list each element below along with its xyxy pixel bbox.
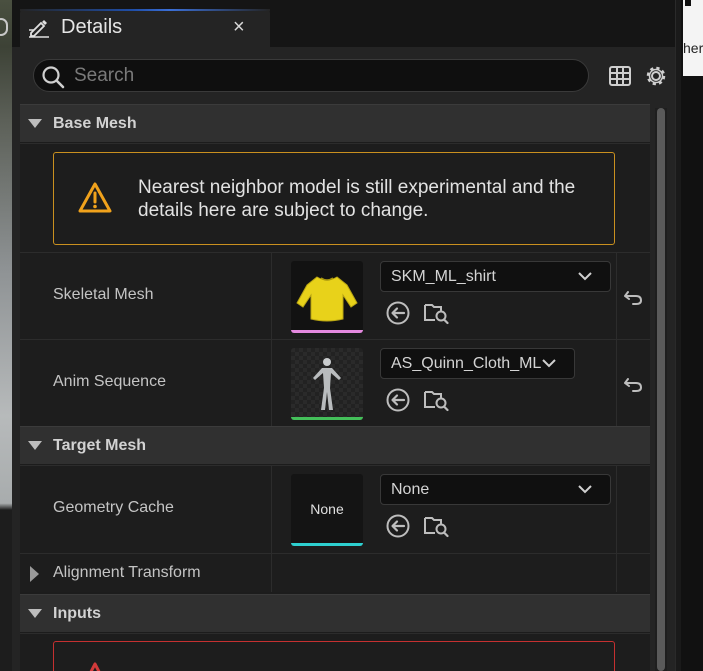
use-selected-arrow-icon[interactable]: [385, 387, 411, 413]
column-divider: [271, 340, 272, 426]
warning-row: Nearest neighbor model is still experime…: [20, 143, 650, 252]
table-view-icon[interactable]: [608, 64, 632, 88]
column-divider: [616, 554, 617, 592]
use-selected-arrow-icon[interactable]: [385, 300, 411, 326]
mannequin-thumbnail-image: [313, 358, 341, 410]
collapse-arrow-icon[interactable]: [28, 119, 42, 128]
category-label: Target Mesh: [53, 437, 147, 454]
property-list: Base Mesh Nearest neighbor model is stil…: [20, 104, 650, 671]
combo-value: AS_Quinn_Cloth_ML: [391, 355, 542, 372]
tab-details[interactable]: Details ×: [20, 9, 270, 47]
warning-text: Nearest neighbor model is still experime…: [138, 177, 576, 221]
column-divider: [616, 466, 617, 553]
error-icon: [89, 662, 101, 671]
adjacent-panel-tab[interactable]: her: [683, 0, 703, 76]
column-divider: [271, 466, 272, 553]
property-label: Geometry Cache: [53, 499, 174, 516]
error-message-box: [53, 641, 615, 671]
column-divider: [271, 253, 272, 339]
property-row-anim-sequence: Anim Sequence AS_Quinn_Cloth_ML: [20, 339, 650, 426]
viewport-edge: [0, 0, 12, 671]
asset-thumbnail[interactable]: None: [291, 474, 363, 546]
property-label: Alignment Transform: [53, 564, 201, 581]
chevron-down-icon: [578, 485, 592, 494]
thumbnail-none-label: None: [310, 501, 344, 517]
property-row-geometry-cache: Geometry Cache None None: [20, 465, 650, 553]
asset-type-strip: [291, 417, 363, 420]
search-input[interactable]: [74, 62, 574, 89]
browse-asset-icon[interactable]: [423, 299, 449, 325]
anim-sequence-dropdown[interactable]: AS_Quinn_Cloth_ML: [380, 348, 575, 379]
reset-to-default-icon[interactable]: [623, 288, 643, 306]
edit-pencil-icon: [29, 20, 49, 38]
scrollbar[interactable]: [655, 108, 667, 671]
geometry-cache-dropdown[interactable]: None: [380, 474, 611, 505]
property-row-alignment-transform[interactable]: Alignment Transform: [20, 553, 650, 592]
asset-thumbnail[interactable]: [291, 348, 363, 420]
expand-arrow-icon[interactable]: [30, 566, 39, 582]
skeletal-mesh-dropdown[interactable]: SKM_ML_shirt: [380, 261, 611, 292]
gear-icon[interactable]: [644, 64, 668, 88]
chevron-down-icon: [542, 359, 556, 368]
error-row: [20, 633, 650, 671]
adjacent-panel-label: her: [683, 40, 703, 56]
use-selected-arrow-icon[interactable]: [385, 513, 411, 539]
asset-thumbnail[interactable]: [291, 261, 363, 333]
asset-type-strip: [291, 543, 363, 546]
property-row-skeletal-mesh: Skeletal Mesh SKM_ML_shirt: [20, 252, 650, 339]
category-label: Base Mesh: [53, 115, 137, 132]
tab-active-accent: [20, 9, 270, 11]
warning-triangle-icon: [78, 182, 112, 213]
combo-value: None: [391, 481, 430, 498]
asset-type-strip: [291, 330, 363, 333]
browse-asset-icon[interactable]: [423, 386, 449, 412]
adjacent-panel-mark: [685, 0, 691, 6]
category-inputs[interactable]: Inputs: [20, 594, 650, 632]
category-base-mesh[interactable]: Base Mesh: [20, 104, 650, 142]
viewport-handle: [0, 18, 8, 36]
scrollbar-thumb[interactable]: [657, 108, 665, 671]
property-label: Anim Sequence: [53, 373, 166, 390]
reset-to-default-icon[interactable]: [623, 375, 643, 393]
category-target-mesh[interactable]: Target Mesh: [20, 426, 650, 464]
category-label: Inputs: [53, 605, 101, 622]
tab-title: Details: [61, 16, 123, 38]
property-label: Skeletal Mesh: [53, 286, 154, 303]
collapse-arrow-icon[interactable]: [28, 609, 42, 618]
details-body: Base Mesh Nearest neighbor model is stil…: [12, 47, 675, 671]
tab-strip: Details ×: [12, 0, 675, 47]
close-icon[interactable]: ×: [233, 16, 245, 39]
chevron-down-icon: [578, 272, 592, 281]
experimental-warning: Nearest neighbor model is still experime…: [53, 152, 615, 245]
collapse-arrow-icon[interactable]: [28, 441, 42, 450]
column-divider: [616, 253, 617, 339]
search-box[interactable]: [33, 59, 589, 92]
combo-value: SKM_ML_shirt: [391, 268, 496, 285]
adjacent-panel: her: [681, 0, 703, 671]
column-divider: [616, 340, 617, 426]
shirt-thumbnail-image: [296, 276, 358, 322]
browse-asset-icon[interactable]: [423, 512, 449, 538]
search-icon: [42, 66, 65, 89]
column-divider: [271, 554, 272, 592]
details-panel: Details × Search Base Mesh Nearest neigh…: [12, 0, 675, 671]
